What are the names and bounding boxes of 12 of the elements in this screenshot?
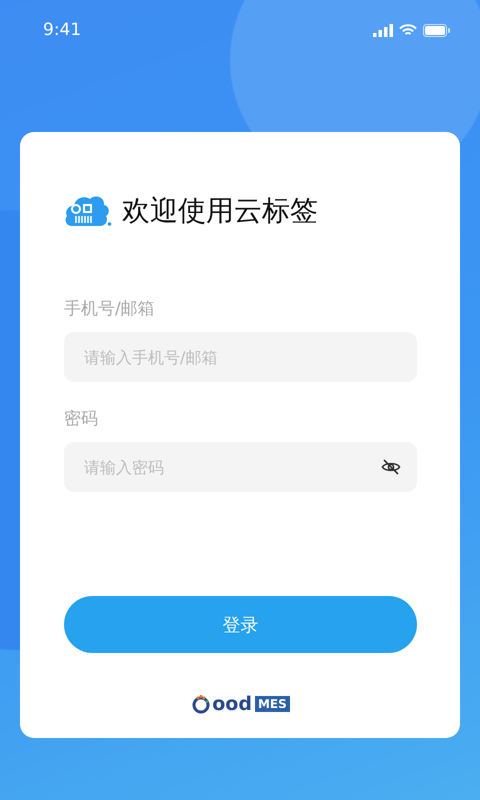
brand-badge: MES <box>254 696 290 712</box>
gear-logo-icon <box>191 694 212 714</box>
field-label: 密码 <box>64 408 99 430</box>
wifi-icon <box>399 24 417 36</box>
login-button[interactable]: 登录 <box>64 596 417 653</box>
status-time: 9:41 <box>43 20 82 40</box>
brand-name: ood <box>212 693 252 715</box>
field-label: 手机号/邮箱 <box>64 298 156 320</box>
battery-icon <box>423 24 450 36</box>
signal-icon <box>373 24 393 36</box>
welcome-title: 欢迎使用云标签 <box>122 193 318 229</box>
hidden-eye-icon[interactable] <box>381 458 401 476</box>
